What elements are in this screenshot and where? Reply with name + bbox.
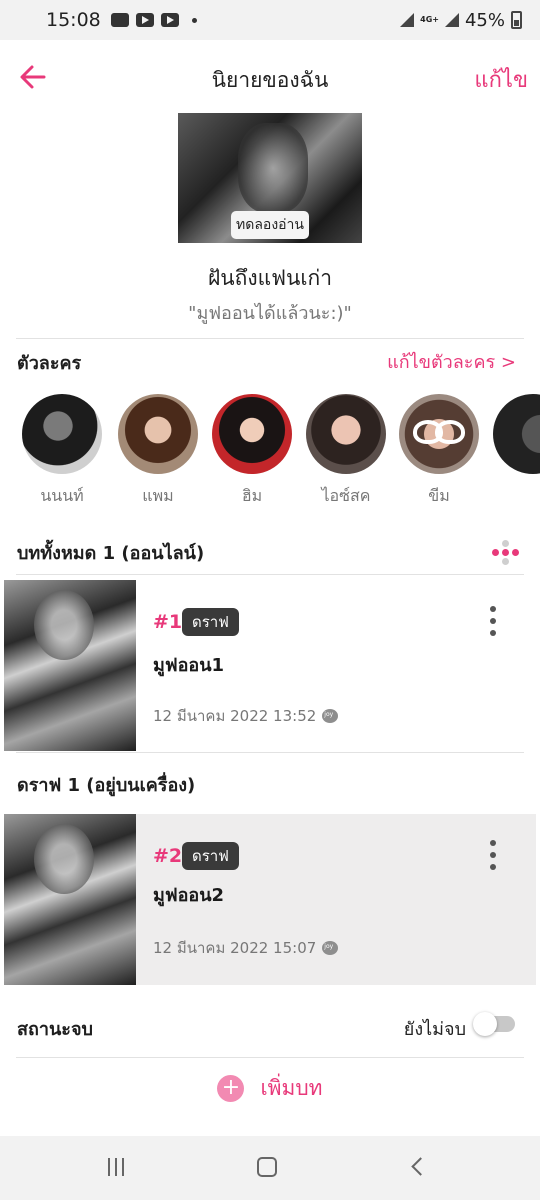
more-notifications-icon [191, 17, 197, 23]
chapter-menu-icon[interactable] [483, 838, 503, 872]
home-icon[interactable] [254, 1154, 282, 1182]
character-item[interactable]: แพม [118, 394, 198, 504]
character-name: ขีม [428, 486, 450, 504]
chapter-title: มูฟออน2 [153, 885, 225, 906]
avatar [399, 394, 479, 474]
character-item[interactable] [493, 394, 540, 474]
preview-badge[interactable]: ทดลองอ่าน [231, 211, 309, 239]
avatar [306, 394, 386, 474]
edit-characters-link[interactable]: แก้ไขตัวละคร > [387, 347, 516, 376]
heart-glasses [413, 420, 465, 444]
draft-chapters-heading: ดราฟ 1 (อยู่บนเครื่อง) [17, 775, 196, 796]
status-bar: 15:08 4G+ 45% [0, 0, 540, 40]
chapter-title: มูฟออน1 [153, 655, 225, 676]
battery-icon [511, 11, 522, 29]
story-cover[interactable]: ทดลองอ่าน [178, 113, 362, 243]
edit-button[interactable]: แก้ไข [474, 62, 528, 97]
chapter-date-text: 12 มีนาคม 2022 15:07 [153, 939, 317, 957]
battery-percent: 45% [464, 9, 505, 31]
joy-icon [322, 941, 339, 955]
recent-apps-icon[interactable] [104, 1154, 132, 1182]
chapter-date: 12 มีนาคม 2022 15:07 [153, 936, 339, 960]
youtube-icon [160, 13, 179, 27]
gallery-icon [110, 13, 129, 27]
character-item[interactable]: ขีม [399, 394, 479, 504]
more-options-icon[interactable] [492, 538, 520, 566]
notification-icons [110, 13, 197, 27]
chapter-number: #1 [153, 611, 183, 633]
add-chapter-label: เพิ่มบท [260, 1075, 323, 1100]
character-list: นนนท์ แพม ฮิม ไอซ์สค ขีม [22, 394, 540, 504]
avatar [493, 394, 540, 474]
divider [16, 338, 524, 339]
avatar [212, 394, 292, 474]
signal-icon [444, 13, 459, 27]
chapter-row[interactable]: #1 ดราฟ มูฟออน1 12 มีนาคม 2022 13:52 [4, 580, 536, 751]
system-back-icon[interactable] [406, 1154, 434, 1182]
character-name: ฮิม [241, 486, 263, 504]
plus-icon: + [217, 1074, 245, 1102]
character-name: ไอซ์สค [321, 486, 371, 504]
network-type: 4G+ [420, 15, 439, 24]
completion-toggle[interactable] [473, 1012, 515, 1036]
character-name: แพม [142, 486, 174, 504]
character-item[interactable]: ฮิม [212, 394, 292, 504]
chapter-date: 12 มีนาคม 2022 13:52 [153, 704, 339, 728]
status-badge: ดราฟ [182, 842, 239, 870]
chapter-thumbnail [4, 580, 136, 751]
page-title: นิยายของฉัน [211, 68, 329, 92]
status-time: 15:08 [46, 9, 101, 31]
status-right: 4G+ 45% [400, 10, 522, 31]
divider [16, 752, 524, 753]
divider [16, 1057, 524, 1058]
system-nav-bar [0, 1136, 540, 1200]
story-title: ฝันถึงแฟนเก่า [207, 266, 333, 290]
app-header: นิยายของฉัน แก้ไข [0, 40, 540, 114]
avatar [22, 394, 102, 474]
chapter-thumbnail [4, 814, 136, 985]
joy-icon [322, 709, 339, 723]
toggle-knob [473, 1012, 497, 1036]
divider [16, 574, 524, 575]
character-item[interactable]: นนนท์ [22, 394, 102, 504]
youtube-icon [135, 13, 154, 27]
chapter-row[interactable]: #2 ดราฟ มูฟออน2 12 มีนาคม 2022 15:07 [4, 814, 536, 985]
completion-label: สถานะจบ [17, 1019, 93, 1040]
chapter-date-text: 12 มีนาคม 2022 13:52 [153, 707, 317, 725]
story-subtitle: "มูฟออนได้แล้วนะ:)" [188, 303, 352, 324]
online-chapters-heading: บททั้งหมด 1 (ออนไลน์) [17, 543, 205, 564]
character-name: นนนท์ [40, 486, 84, 504]
character-item[interactable]: ไอซ์สค [306, 394, 386, 504]
add-chapter-button[interactable]: + เพิ่มบท [0, 1068, 540, 1108]
chapter-menu-icon[interactable] [483, 604, 503, 638]
status-badge: ดราฟ [182, 608, 239, 636]
signal-icon [400, 13, 415, 27]
avatar [118, 394, 198, 474]
characters-heading: ตัวละคร [17, 353, 82, 374]
chapter-number: #2 [153, 845, 183, 867]
completion-value: ยังไม่จบ [403, 1019, 466, 1040]
